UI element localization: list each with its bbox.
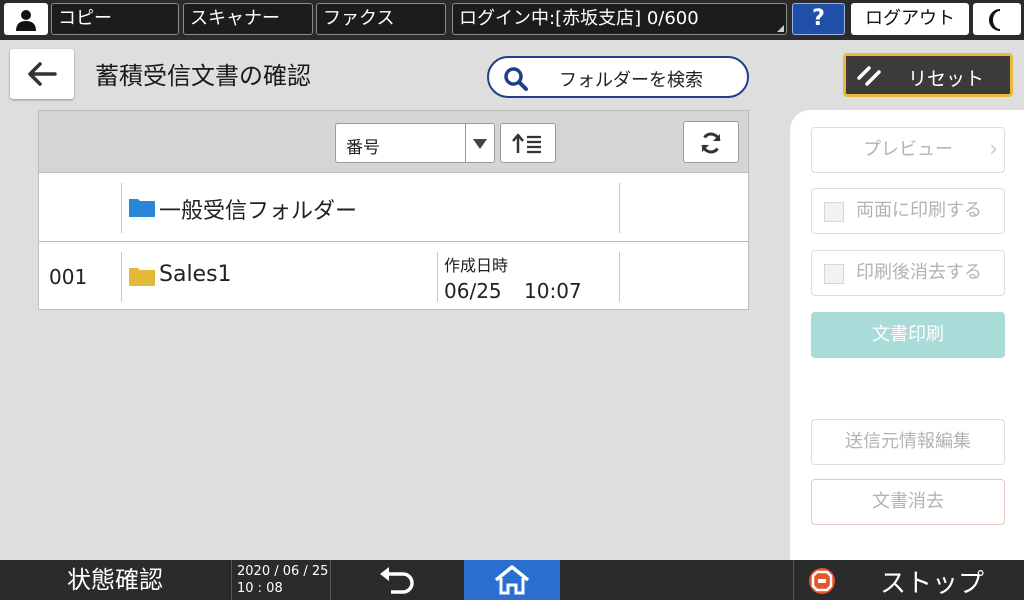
undo-button[interactable] (332, 560, 462, 600)
folder-name: 一般受信フォルダー (159, 199, 358, 224)
current-time: 10 : 08 (237, 581, 283, 596)
date-time-display: 2020 / 06 / 25 10 : 08 (231, 560, 331, 600)
column-divider (619, 252, 620, 302)
sort-ascending-icon (512, 133, 541, 154)
list-item[interactable]: 001 Sales1 作成日時 06/25 10:07 (39, 242, 748, 309)
delete-document-button[interactable]: 文書消去 (811, 479, 1005, 525)
stop-label: ストップ (880, 569, 985, 599)
help-button[interactable]: ? (792, 3, 845, 35)
bottom-bar: 状態確認 2020 / 06 / 25 10 : 08 ストップ (0, 560, 1024, 600)
dropdown-arrow-icon (465, 124, 494, 162)
folder-name: Sales1 (159, 262, 232, 287)
scanner-app-button[interactable]: スキャナー (183, 3, 313, 35)
blue-folder-icon (129, 199, 155, 217)
copy-app-button[interactable]: コピー (51, 3, 179, 35)
created-date: 06/25 (444, 279, 502, 303)
column-divider (437, 252, 438, 302)
top-bar: コピー スキャナー ファクス ログイン中:[赤坂支店] 0/600 ? ログアウ… (0, 0, 1024, 40)
checkbox-icon (824, 264, 844, 284)
duplex-print-label: 両面に印刷する (856, 200, 982, 221)
stop-icon (809, 568, 835, 594)
search-folder-label: フォルダーを検索 (559, 70, 703, 91)
sort-key-select[interactable]: 番号 (335, 123, 495, 163)
delete-after-print-checkbox[interactable]: 印刷後消去する (811, 250, 1005, 296)
fax-app-button[interactable]: ファクス (316, 3, 446, 35)
reset-label: リセット (908, 68, 985, 90)
home-icon (494, 565, 530, 595)
undo-icon (380, 567, 414, 594)
print-document-button[interactable]: 文書印刷 (811, 312, 1005, 358)
delete-after-print-label: 印刷後消去する (856, 262, 982, 283)
document-list-panel: 番号 一般受信フォルダー 001 Sales1 作成日時 06/25 10:07 (38, 110, 749, 310)
preview-label: プレビュー (863, 139, 953, 160)
duplex-print-checkbox[interactable]: 両面に印刷する (811, 188, 1005, 234)
logout-button[interactable]: ログアウト (851, 3, 969, 35)
action-panel: プレビュー › 両面に印刷する 印刷後消去する 文書印刷 送信元情報編集 文書消… (790, 110, 1024, 560)
preview-button[interactable]: プレビュー › (811, 127, 1005, 173)
status-check-button[interactable]: 状態確認 (0, 560, 230, 600)
corner-indicator-icon (777, 25, 784, 32)
edit-sender-info-button[interactable]: 送信元情報編集 (811, 419, 1005, 465)
refresh-button[interactable] (683, 121, 739, 163)
user-icon (16, 10, 36, 31)
column-divider (619, 183, 620, 233)
reset-button[interactable]: リセット (843, 53, 1013, 97)
created-time: 10:07 (524, 279, 582, 303)
back-button[interactable] (10, 49, 74, 99)
yellow-folder-icon (129, 268, 155, 286)
search-icon (504, 67, 528, 91)
chevron-right-icon: › (989, 137, 998, 162)
created-date-label: 作成日時 (444, 256, 509, 275)
current-date: 2020 / 06 / 25 (237, 564, 329, 579)
search-folder-button[interactable]: フォルダーを検索 (487, 56, 749, 98)
column-divider (121, 183, 122, 233)
login-status-button[interactable]: ログイン中:[赤坂支店] 0/600 (452, 3, 787, 35)
moon-icon (989, 9, 1001, 31)
list-toolbar: 番号 (39, 111, 748, 173)
sort-order-button[interactable] (500, 123, 556, 163)
checkbox-icon (824, 202, 844, 222)
reset-slash-icon (857, 66, 881, 86)
item-number: 001 (49, 265, 88, 289)
stop-button[interactable]: ストップ (793, 560, 1024, 600)
user-button[interactable] (4, 3, 48, 35)
home-button[interactable] (464, 560, 560, 600)
login-status-text: ログイン中:[赤坂支店] 0/600 (459, 8, 699, 29)
column-divider (121, 252, 122, 302)
back-arrow-icon (28, 62, 57, 86)
page-title: 蓄積受信文書の確認 (95, 62, 311, 90)
energy-saver-button[interactable] (973, 3, 1021, 35)
sort-key-value: 番号 (346, 138, 380, 158)
list-item[interactable]: 一般受信フォルダー (39, 173, 748, 242)
refresh-icon (701, 132, 721, 154)
